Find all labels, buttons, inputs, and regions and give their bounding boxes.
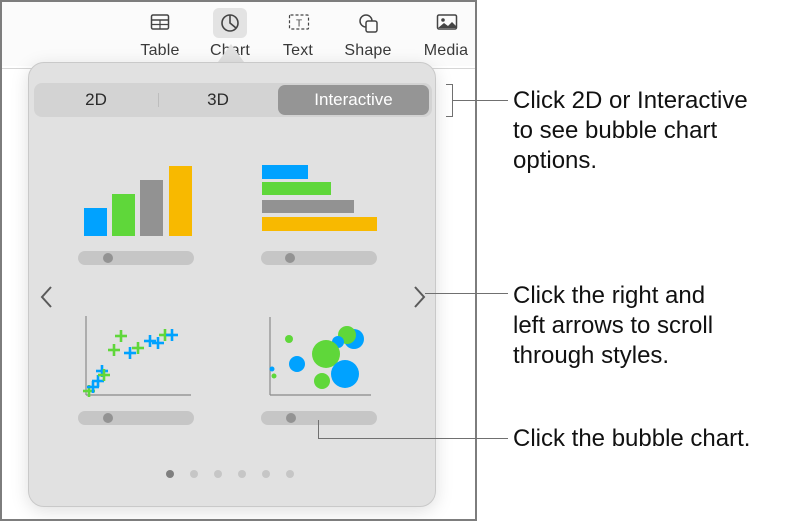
scatter-point (166, 329, 178, 341)
chevron-right-icon (414, 286, 426, 308)
app-window: Table Chart T Text Shape Media 2D 3D Int… (0, 0, 477, 521)
toolbar-shape-button[interactable]: Shape (338, 8, 398, 64)
slider-knob[interactable] (286, 413, 296, 423)
toolbar-media-label: Media (423, 42, 469, 59)
chart-type-segmented-control: 2D 3D Interactive (34, 83, 432, 117)
scatter-chart-slider[interactable] (78, 411, 194, 425)
segment-divider (158, 93, 159, 107)
bubble (289, 356, 305, 372)
toolbar-text-button[interactable]: T Text (268, 8, 328, 64)
scatter-point (115, 330, 127, 342)
scatter-point (108, 344, 120, 356)
callout-line: Click the right and (513, 282, 706, 309)
slider-knob[interactable] (103, 413, 113, 423)
slider-knob[interactable] (103, 253, 113, 263)
toolbar-media-button[interactable]: Media (416, 8, 475, 64)
page-dot[interactable] (286, 470, 294, 478)
bar-yellow (262, 217, 377, 231)
column-bar-green (112, 194, 135, 236)
column-bar-blue (84, 208, 107, 236)
tab-2d[interactable]: 2D (36, 85, 156, 115)
bar-gray (262, 200, 354, 213)
chevron-left-icon (40, 286, 52, 308)
callout-leader-vertical (318, 420, 319, 439)
toolbar-text-label: Text (282, 42, 314, 59)
toolbar-shape-label: Shape (344, 42, 392, 59)
callout-bracket-bottom (446, 116, 453, 117)
bubble-chart-slider[interactable] (261, 411, 377, 425)
page-dot[interactable] (238, 470, 246, 478)
callout-line: left arrows to scroll (513, 312, 714, 339)
toolbar-table-label: Table (140, 42, 180, 59)
page-dot[interactable] (262, 470, 270, 478)
table-icon (143, 8, 177, 38)
shape-icon (351, 8, 385, 38)
page-dot[interactable] (166, 470, 174, 478)
bubble (314, 373, 330, 389)
popover-pointer (218, 44, 244, 62)
previous-styles-button[interactable] (37, 284, 57, 310)
column-bar-gray (140, 180, 163, 236)
bar-blue (262, 165, 308, 179)
callout-bubble-instructions: Click the bubble chart. (513, 424, 750, 454)
text-box-icon: T (281, 8, 315, 38)
bubble (269, 366, 275, 372)
chart-icon (213, 8, 247, 38)
callout-bracket-top (446, 84, 453, 85)
callout-line: Click 2D or Interactive (513, 87, 748, 114)
toolbar-table-button[interactable]: Table (130, 8, 190, 64)
slider-knob[interactable] (285, 253, 295, 263)
bubble (285, 335, 293, 343)
svg-text:T: T (296, 19, 302, 30)
callout-leader-line (453, 100, 508, 101)
media-icon (429, 8, 463, 38)
page-dot[interactable] (214, 470, 222, 478)
bar-chart-slider[interactable] (261, 251, 377, 265)
bubble-chart-thumbnail[interactable] (259, 313, 379, 423)
bubble (271, 373, 277, 379)
next-styles-button[interactable] (409, 284, 429, 310)
callout-line: Click the bubble chart. (513, 425, 751, 452)
bubble (331, 360, 359, 388)
bar-green (262, 182, 331, 195)
callout-leader-line (318, 438, 508, 439)
column-chart-slider[interactable] (78, 251, 194, 265)
callout-leader-line (425, 293, 508, 294)
callout-line: to see bubble chart (513, 117, 718, 144)
callout-line: through styles. (513, 342, 670, 369)
tab-3d[interactable]: 3D (160, 85, 276, 115)
callout-segment-instructions: Click 2D or Interactive to see bubble ch… (513, 86, 748, 176)
scatter-point (152, 337, 164, 349)
chart-popover: 2D 3D Interactive (28, 62, 436, 507)
column-bar-yellow (169, 166, 192, 236)
scatter-point (144, 335, 156, 347)
callout-arrow-instructions: Click the right and left arrows to scrol… (513, 281, 713, 371)
page-dot[interactable] (190, 470, 198, 478)
scatter-chart-thumbnail[interactable] (77, 313, 197, 423)
tab-interactive[interactable]: Interactive (278, 85, 429, 115)
callout-line: options. (513, 147, 598, 174)
